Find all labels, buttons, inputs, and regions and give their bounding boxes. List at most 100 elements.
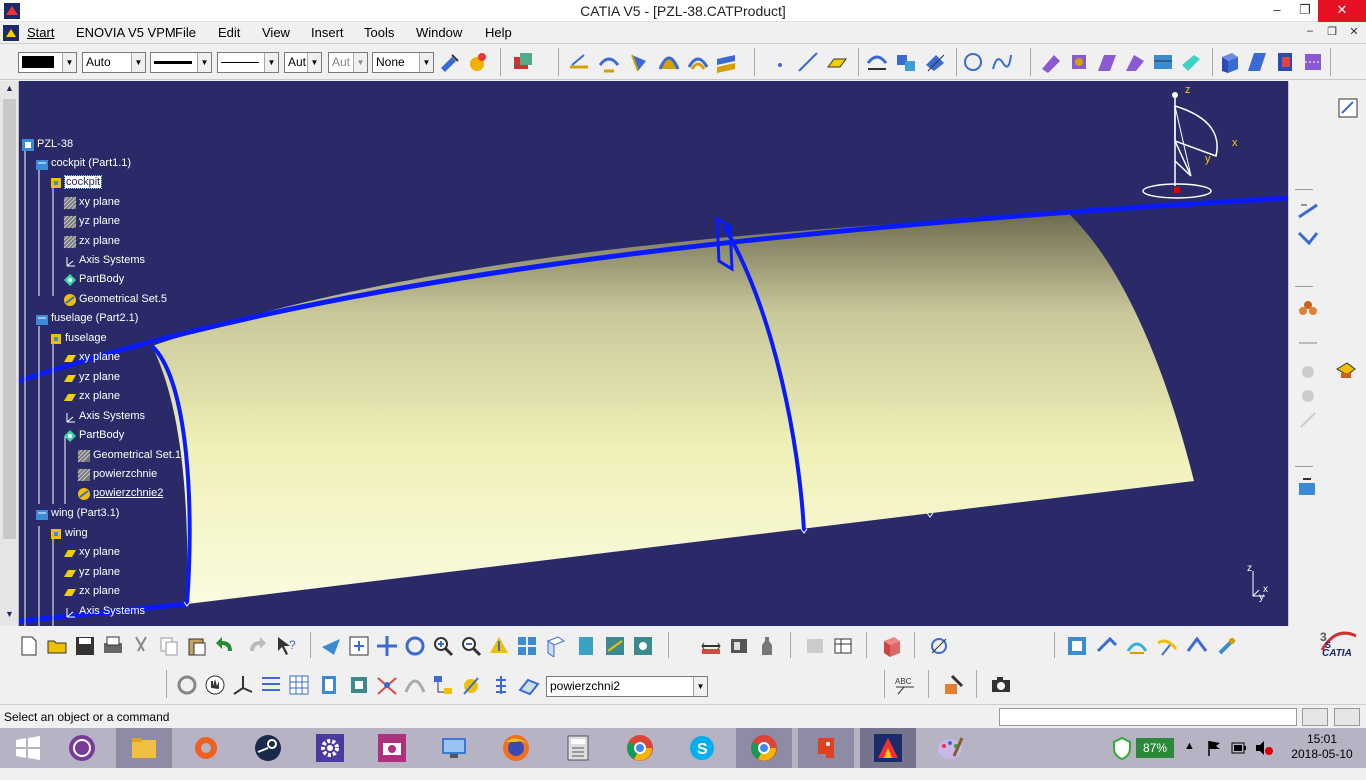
fuselage-surface[interactable]	[152, 214, 1194, 604]
pattern-icon[interactable]	[1216, 635, 1238, 657]
insert-in-new-set-icon[interactable]	[432, 674, 454, 696]
taskbar-app-chrome[interactable]	[612, 728, 668, 768]
spline-icon[interactable]	[991, 51, 1013, 73]
circle-icon[interactable]	[962, 51, 984, 73]
mdi-close-button[interactable]: ✕	[1344, 25, 1364, 41]
close-surface-icon[interactable]	[1274, 51, 1296, 73]
line-icon[interactable]	[797, 51, 819, 73]
menu-tools[interactable]: Tools	[364, 25, 394, 40]
current-set-icon[interactable]	[518, 674, 540, 696]
close-button[interactable]: ✕	[1318, 0, 1366, 22]
linetype-combo[interactable]: ▼	[150, 52, 212, 73]
pan-icon[interactable]	[376, 635, 398, 657]
document-icon[interactable]	[3, 25, 19, 41]
minimize-button[interactable]: –	[1262, 0, 1292, 22]
print-icon[interactable]	[102, 635, 124, 657]
boundary-icon[interactable]	[1066, 635, 1088, 657]
snap-point-icon[interactable]	[318, 674, 340, 696]
grid-icon[interactable]	[288, 674, 310, 696]
show-hidden-icons-icon[interactable]: ▲	[1184, 740, 1195, 780]
catalog-icon[interactable]	[512, 51, 534, 73]
maximize-button[interactable]: ❐	[1290, 0, 1320, 22]
security-shield-icon[interactable]	[1112, 736, 1132, 776]
menu-enovia[interactable]: ENOVIA V5 VPM	[76, 25, 176, 40]
taskbar-app-steam[interactable]	[240, 728, 296, 768]
normal-view-icon[interactable]	[488, 635, 510, 657]
sketcher-icon[interactable]	[568, 51, 590, 73]
copy-icon[interactable]	[158, 635, 180, 657]
chevron-down-icon[interactable]: ▼	[197, 53, 211, 72]
sweep-surface-icon[interactable]	[658, 51, 680, 73]
transparency-combo[interactable]: Auto ▼	[82, 52, 146, 73]
taskbar-app-chrome-2[interactable]	[736, 728, 792, 768]
extract-icon[interactable]	[1096, 635, 1118, 657]
split-icon[interactable]	[924, 51, 946, 73]
geometry-canvas[interactable]	[19, 81, 1288, 626]
menu-file[interactable]: File	[175, 25, 196, 40]
taskbar-app-firefox[interactable]	[488, 728, 544, 768]
sew-surface-icon[interactable]	[1302, 51, 1324, 73]
sketch-analysis-icon[interactable]	[928, 635, 950, 657]
chordal-fillet-icon[interactable]	[1096, 51, 1118, 73]
join-icon[interactable]	[895, 51, 917, 73]
taskbar-app-calculator[interactable]	[550, 728, 606, 768]
flag-icon[interactable]	[1206, 739, 1222, 779]
table-icon[interactable]	[832, 635, 854, 657]
taskbar-clock[interactable]: 15:01 2018-05-10	[1282, 732, 1362, 762]
multisection-surface-icon[interactable]	[715, 51, 737, 73]
3d-annotation-icon[interactable]	[880, 635, 902, 657]
apply-material-icon[interactable]	[467, 51, 489, 73]
battery-icon[interactable]	[1230, 739, 1248, 779]
chevron-down-icon[interactable]: ▼	[307, 53, 321, 72]
chevron-down-icon[interactable]: ▼	[419, 53, 433, 72]
3d-viewport[interactable]: z x y z x y PZL-38 cockpit (Part1.1) coc…	[19, 81, 1288, 626]
scroll-up-arrow-icon[interactable]: ▲	[3, 83, 16, 97]
whats-this-help-icon[interactable]: ?	[276, 635, 298, 657]
chevron-down-icon[interactable]: ▼	[264, 53, 278, 72]
chevron-down-icon[interactable]: ▼	[693, 677, 707, 696]
power-input-icon[interactable]	[1302, 708, 1328, 726]
plane-icon[interactable]	[826, 51, 848, 73]
painter-icon[interactable]	[438, 51, 460, 73]
3d-support-icon[interactable]	[348, 674, 370, 696]
measure-inertia-icon[interactable]	[728, 635, 750, 657]
knowledge-icon[interactable]	[1335, 359, 1357, 381]
hierarchy-icon[interactable]	[490, 674, 512, 696]
tree-scrollbar[interactable]: ▲ ▼	[0, 81, 19, 626]
axis-system-tool-icon[interactable]	[232, 674, 254, 696]
taskbar-app-catia[interactable]	[860, 728, 916, 768]
measure-icon[interactable]	[1297, 201, 1319, 223]
update-icon[interactable]	[1297, 477, 1319, 499]
menu-edit[interactable]: Edit	[218, 25, 240, 40]
update-all-icon[interactable]	[176, 674, 198, 696]
measure-between-icon[interactable]	[700, 635, 722, 657]
extrapolate-icon[interactable]	[1180, 51, 1202, 73]
measure-item-icon[interactable]	[1297, 229, 1319, 251]
corner-icon[interactable]	[1126, 635, 1148, 657]
group-icon[interactable]	[1297, 299, 1319, 321]
power-input-field[interactable]	[999, 708, 1297, 726]
mdi-restore-button[interactable]: ❐	[1322, 25, 1342, 41]
variable-fillet-icon[interactable]	[1124, 51, 1146, 73]
menu-window[interactable]: Window	[416, 25, 462, 40]
apply-material-tool-icon[interactable]	[942, 674, 964, 696]
menu-help[interactable]: Help	[485, 25, 512, 40]
blend-icon[interactable]	[1152, 51, 1174, 73]
power-input-clear-icon[interactable]	[1334, 708, 1360, 726]
edge-fillet-icon[interactable]	[1068, 51, 1090, 73]
battery-indicator[interactable]: 87%	[1136, 738, 1174, 758]
swap-hand-icon[interactable]	[204, 674, 226, 696]
zoom-in-icon[interactable]	[432, 635, 454, 657]
save-icon[interactable]	[74, 635, 96, 657]
keep-mode-icon[interactable]	[460, 674, 482, 696]
color-combo[interactable]: ▼	[18, 52, 77, 73]
scroll-thumb[interactable]	[3, 99, 16, 539]
thickness-combo[interactable]: ▼	[217, 52, 279, 73]
point-style-combo[interactable]: Aut ▼	[284, 52, 322, 73]
taskbar-app-game[interactable]	[798, 728, 854, 768]
work-on-support-icon[interactable]	[260, 674, 282, 696]
chevron-down-icon[interactable]: ▼	[353, 53, 367, 72]
taskbar-app-origin[interactable]	[178, 728, 234, 768]
redo-icon[interactable]	[246, 635, 268, 657]
undo-icon[interactable]	[214, 635, 236, 657]
